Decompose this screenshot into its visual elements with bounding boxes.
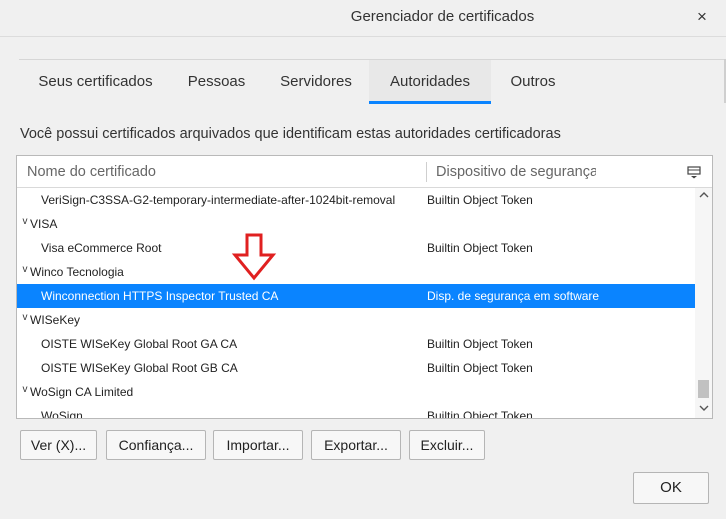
tab-autoridades[interactable]: Autoridades [369, 60, 491, 104]
table-row[interactable]: Visa eCommerce Root Builtin Object Token [17, 236, 695, 260]
red-arrow-annotation-icon [231, 233, 277, 281]
vertical-scrollbar[interactable] [695, 188, 712, 418]
tab-bar: Seus certificados Pessoas Servidores Aut… [19, 59, 726, 104]
tree-header: Nome do certificado Dispositivo de segur… [17, 156, 712, 188]
tree-group-row[interactable]: v WISeKey [17, 308, 695, 332]
tab-servidores[interactable]: Servidores [263, 60, 369, 102]
trust-button[interactable]: Confiança... [106, 430, 206, 460]
certificate-tree[interactable]: Nome do certificado Dispositivo de segur… [16, 155, 713, 419]
delete-button[interactable]: Excluir... [409, 430, 485, 460]
scroll-up-icon[interactable] [695, 188, 712, 204]
column-separator[interactable] [426, 162, 427, 182]
close-icon[interactable]: × [682, 2, 722, 32]
authorities-description: Você possui certificados arquivados que … [20, 126, 561, 142]
tree-group-row[interactable]: v VISA [17, 212, 695, 236]
column-header-certificate-name[interactable]: Nome do certificado [27, 164, 422, 180]
table-row[interactable]: OISTE WISeKey Global Root GA CA Builtin … [17, 332, 695, 356]
ok-button[interactable]: OK [633, 472, 709, 504]
table-row[interactable]: OISTE WISeKey Global Root GB CA Builtin … [17, 356, 695, 380]
tree-group-row[interactable]: v WoSign CA Limited [17, 380, 695, 404]
title-bar: Gerenciador de certificados × [0, 0, 726, 37]
export-button[interactable]: Exportar... [311, 430, 401, 460]
scrollbar-thumb[interactable] [698, 380, 709, 398]
scroll-down-icon[interactable] [695, 401, 712, 417]
tab-pessoas[interactable]: Pessoas [170, 60, 263, 102]
column-picker-icon[interactable] [687, 165, 701, 179]
table-row[interactable]: WoSign Builtin Object Token [17, 404, 695, 418]
tab-seus-certificados[interactable]: Seus certificados [21, 60, 170, 102]
table-row-selected[interactable]: Winconnection HTTPS Inspector Trusted CA… [17, 284, 695, 308]
tree-group-row[interactable]: v Winco Tecnologia [17, 260, 695, 284]
table-row[interactable]: VeriSign-C3SSA-G2-temporary-intermediate… [17, 188, 695, 212]
window-title: Gerenciador de certificados [350, 8, 535, 25]
import-button[interactable]: Importar... [213, 430, 303, 460]
view-button[interactable]: Ver (X)... [20, 430, 97, 460]
tab-outros[interactable]: Outros [491, 60, 575, 102]
column-header-security-device[interactable]: Dispositivo de segurança [436, 164, 596, 180]
